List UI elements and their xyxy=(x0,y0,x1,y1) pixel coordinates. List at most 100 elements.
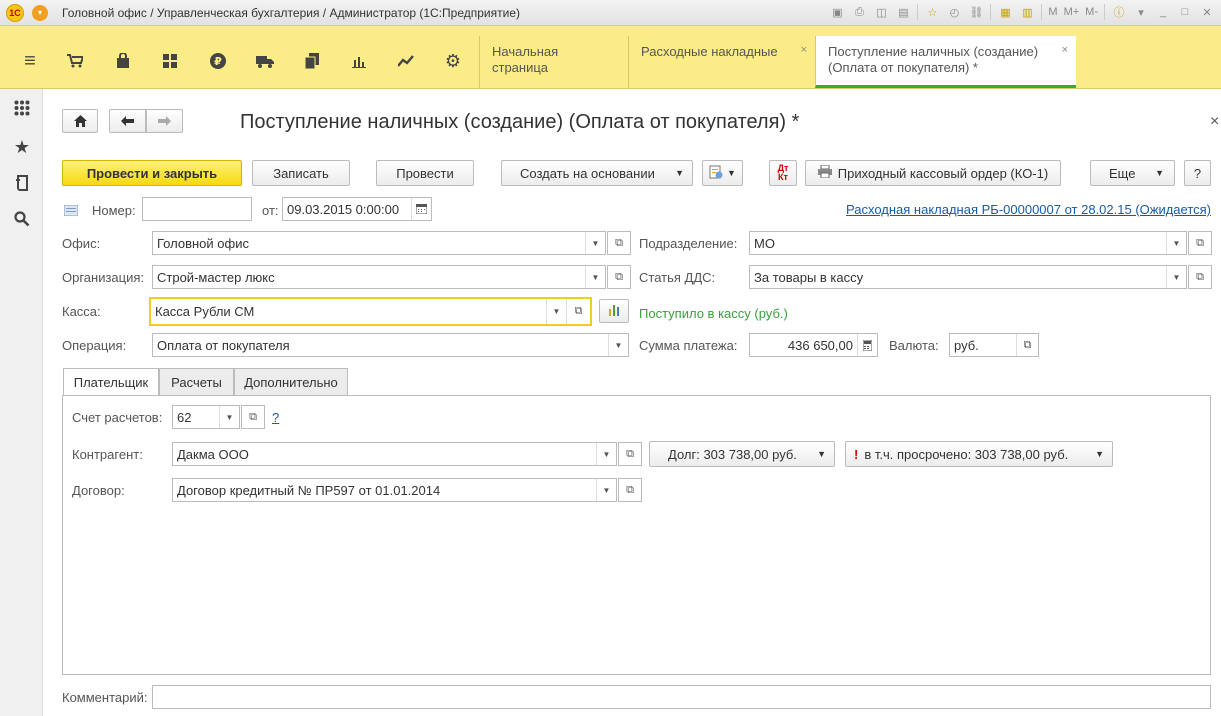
calculator-icon[interactable]: ▦ xyxy=(997,4,1013,20)
chevron-down-icon[interactable]: ▼ xyxy=(1166,266,1186,288)
open-icon[interactable]: ⧉ xyxy=(566,299,590,324)
tab-expense-invoices[interactable]: Расходные накладные × xyxy=(628,36,815,88)
chevron-down-icon[interactable]: ▼ xyxy=(1166,232,1186,254)
grid-icon[interactable] xyxy=(155,46,185,76)
apps-grid-icon[interactable] xyxy=(7,93,37,123)
create-based-on-button[interactable]: Создать на основании ▼ xyxy=(501,160,693,186)
favorites-icon[interactable]: ☆ xyxy=(924,4,940,20)
chevron-down-icon[interactable]: ▼ xyxy=(608,334,628,356)
home-button[interactable] xyxy=(62,109,98,133)
chevron-down-icon[interactable]: ▼ xyxy=(596,443,616,465)
close-icon[interactable]: × xyxy=(1062,42,1068,58)
office-field[interactable]: Головной офис ▼ ⧉ xyxy=(152,231,631,255)
search-icon[interactable] xyxy=(7,204,37,234)
dds-field[interactable]: За товары в кассу ▼ ⧉ xyxy=(749,265,1212,289)
open-icon[interactable]: ⧉ xyxy=(1188,265,1212,289)
memory-m-button[interactable]: M xyxy=(1048,6,1057,18)
back-button[interactable] xyxy=(109,109,146,133)
comment-field[interactable] xyxy=(152,685,1211,709)
base-document-link[interactable]: Расходная накладная РБ-00000007 от 28.02… xyxy=(846,202,1211,217)
report-icon xyxy=(709,165,725,182)
bar-chart-icon[interactable] xyxy=(344,46,374,76)
account-field[interactable]: 62 ▼ ⧉ xyxy=(172,405,265,429)
amount-field[interactable]: 436 650,00 xyxy=(749,333,878,357)
open-icon[interactable]: ⧉ xyxy=(607,231,631,255)
post-button[interactable]: Провести xyxy=(376,160,474,186)
menu-icon[interactable]: ≡ xyxy=(15,46,45,76)
preview-icon[interactable]: ◫ xyxy=(873,4,889,20)
link-icon[interactable]: ⛓ xyxy=(968,4,984,20)
open-icon[interactable]: ⧉ xyxy=(1188,231,1212,255)
print-ko1-button[interactable]: Приходный кассовый ордер (КО-1) xyxy=(805,160,1061,186)
chevron-down-icon[interactable]: ▼ xyxy=(546,299,566,324)
calculator-icon[interactable] xyxy=(857,334,877,356)
star-icon[interactable]: ★ xyxy=(7,132,37,162)
chevron-down-icon[interactable]: ▼ xyxy=(585,232,605,254)
chevron-down-icon[interactable]: ▾ xyxy=(1133,4,1149,20)
currency-value: руб. xyxy=(954,337,979,353)
division-field[interactable]: МО ▼ ⧉ xyxy=(749,231,1212,255)
close-icon[interactable]: × xyxy=(801,42,807,58)
gear-icon[interactable]: ⚙ xyxy=(438,46,468,76)
info-icon[interactable]: ⓘ xyxy=(1111,4,1127,20)
counterparty-field[interactable]: Дакма ООО ▼ ⧉ xyxy=(172,442,642,466)
tab-payer[interactable]: Плательщик xyxy=(63,368,159,396)
print-icon[interactable]: ⎙ xyxy=(851,4,867,20)
chevron-down-icon[interactable]: ▼ xyxy=(596,479,616,501)
contract-field[interactable]: Договор кредитный № ПР597 от 01.01.2014 … xyxy=(172,478,642,502)
ruble-icon[interactable]: ₽ xyxy=(203,46,233,76)
currency-field[interactable]: руб. ⧉ xyxy=(949,333,1039,357)
calendar-icon[interactable]: ▥ xyxy=(1019,4,1035,20)
memory-mminus-button[interactable]: M- xyxy=(1085,6,1098,18)
truck-icon[interactable] xyxy=(250,46,280,76)
tab-settlements[interactable]: Расчеты xyxy=(159,368,234,395)
organization-field[interactable]: Строй-мастер люкс ▼ ⧉ xyxy=(152,265,631,289)
more-button[interactable]: Еще ▼ xyxy=(1090,160,1175,186)
tab-cash-receipt[interactable]: Поступление наличных (создание) (Оплата … xyxy=(815,36,1076,88)
tab-home[interactable]: Начальная страница xyxy=(479,36,628,88)
contract-value: Договор кредитный № ПР597 от 01.01.2014 xyxy=(177,482,441,498)
bag-icon[interactable] xyxy=(108,46,138,76)
open-icon[interactable]: ⧉ xyxy=(1016,334,1038,356)
post-and-close-button[interactable]: Провести и закрыть xyxy=(62,160,242,186)
divider xyxy=(990,4,992,20)
division-label: Подразделение: xyxy=(639,236,738,251)
close-form-icon[interactable]: × xyxy=(1210,113,1219,131)
close-icon[interactable]: ✕ xyxy=(1199,4,1215,20)
debt-button[interactable]: Долг: 303 738,00 руб. ▼ xyxy=(649,441,835,467)
dt-kt-button[interactable]: Дт Кт xyxy=(769,160,797,186)
save-icon[interactable]: ▣ xyxy=(829,4,845,20)
tab-additional[interactable]: Дополнительно xyxy=(234,368,348,395)
account-help-link[interactable]: ? xyxy=(272,410,279,425)
1c-logo-icon[interactable]: 1С xyxy=(6,3,24,22)
history-icon[interactable] xyxy=(7,168,37,198)
kassa-report-button[interactable] xyxy=(599,299,629,323)
overdue-button[interactable]: ! в т.ч. просрочено: 303 738,00 руб. ▼ xyxy=(845,441,1113,467)
operation-field[interactable]: Оплата от покупателя ▼ xyxy=(152,333,629,357)
kassa-field[interactable]: Касса Рубли СМ ▼ ⧉ xyxy=(149,297,592,326)
open-icon[interactable]: ⧉ xyxy=(241,405,265,429)
chevron-down-icon[interactable]: ▼ xyxy=(219,406,239,428)
open-icon[interactable]: ⧉ xyxy=(618,442,642,466)
help-button[interactable]: ? xyxy=(1184,160,1211,186)
forward-button[interactable] xyxy=(146,109,183,133)
number-field[interactable] xyxy=(142,197,252,221)
history-small-icon[interactable]: ◴ xyxy=(946,4,962,20)
minimize-icon[interactable]: _ xyxy=(1155,4,1171,20)
main-menu-icon[interactable]: ▾ xyxy=(32,4,48,21)
chevron-down-icon[interactable]: ▼ xyxy=(585,266,605,288)
sections-panel: ≡ ₽ ⚙ Начальная страница Расходные накла… xyxy=(0,26,1221,89)
maximize-icon[interactable]: □ xyxy=(1177,4,1193,20)
calendar-icon[interactable] xyxy=(411,198,431,220)
save-button[interactable]: Записать xyxy=(252,160,350,186)
cart-icon[interactable] xyxy=(60,46,90,76)
received-in-kassa-link[interactable]: Поступило в кассу (руб.) xyxy=(639,306,788,321)
doc-icon[interactable]: ▤ xyxy=(895,4,911,20)
trend-icon[interactable] xyxy=(391,46,421,76)
copy-icon[interactable] xyxy=(297,46,327,76)
open-icon[interactable]: ⧉ xyxy=(618,478,642,502)
report-menu-button[interactable]: ▼ xyxy=(702,160,743,186)
memory-mplus-button[interactable]: M+ xyxy=(1064,6,1080,18)
open-icon[interactable]: ⧉ xyxy=(607,265,631,289)
date-field[interactable]: 09.03.2015 0:00:00 xyxy=(282,197,432,221)
